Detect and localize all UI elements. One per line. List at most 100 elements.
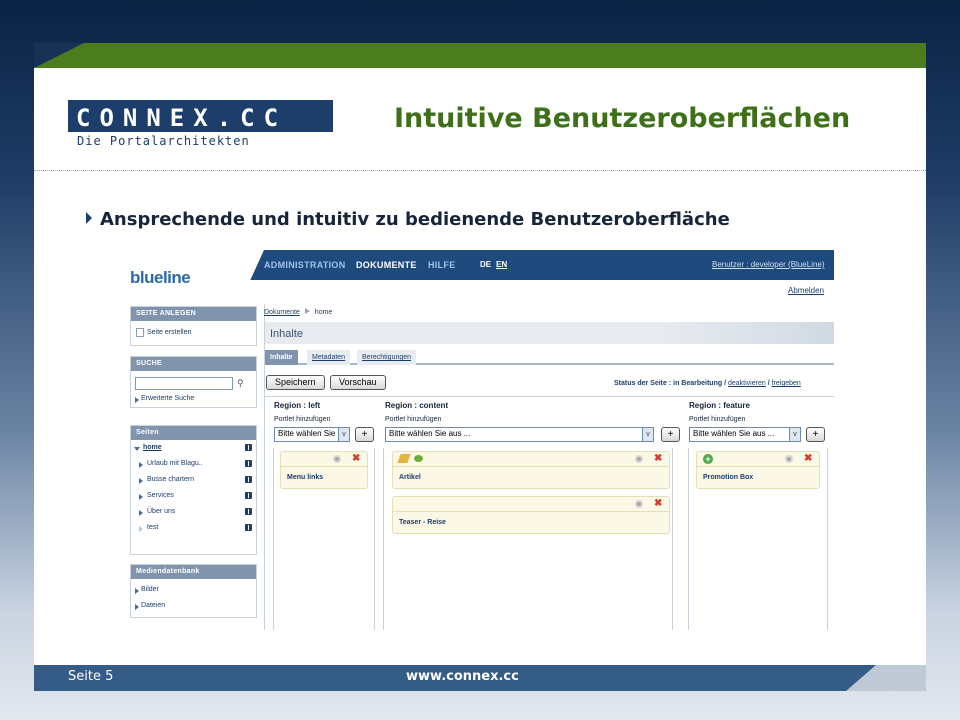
add-icon[interactable]: [245, 444, 252, 451]
lang-de[interactable]: DE: [480, 260, 491, 269]
portlet-title: Teaser - Reise: [399, 519, 446, 526]
region-feature-select[interactable]: Bitte wählen Sie aus ... v: [689, 427, 801, 442]
medien-item[interactable]: Dateien: [131, 598, 256, 614]
nav-hilfe[interactable]: HILFE: [428, 260, 456, 270]
top-bar-wedge: [34, 43, 84, 68]
tree-label: Services: [147, 492, 174, 499]
chevron-down-icon: v: [789, 428, 800, 441]
chevron-down-icon: v: [642, 428, 653, 441]
add-icon[interactable]: +: [703, 454, 713, 464]
app-logo-wedge: [244, 250, 264, 294]
gear-icon[interactable]: [635, 455, 643, 463]
gear-icon[interactable]: [785, 455, 793, 463]
breadcrumb: Dokumente home: [264, 308, 332, 316]
region-content-select[interactable]: Bitte wählen Sie aus ... v: [385, 427, 654, 442]
bullet-arrow-icon: [86, 212, 92, 224]
footer-wedge-fill: [876, 665, 926, 691]
region-feature-add-button[interactable]: +: [806, 427, 825, 442]
tab-metadaten[interactable]: Metadaten: [307, 350, 351, 365]
box-header: SEITE ANLEGEN: [131, 307, 256, 321]
portlet-toolbar: [393, 452, 669, 467]
document-icon: [136, 328, 144, 337]
tree-item[interactable]: Über uns: [131, 504, 256, 520]
portlet-menu-links[interactable]: ✖ Menu links: [280, 451, 368, 489]
deactivate-link[interactable]: deaktivieren: [728, 380, 766, 387]
logo-box: CONNEX.CC: [68, 100, 333, 132]
arrow-icon: [139, 526, 143, 532]
arrow-icon: [135, 604, 139, 610]
tab-bar: Inhalte Metadaten Berechtigungen: [265, 350, 834, 365]
page-title: Inhalte: [270, 328, 304, 340]
add-icon[interactable]: [245, 508, 252, 515]
blueline-logo: blueline: [130, 268, 191, 287]
add-icon[interactable]: [245, 524, 252, 531]
nav-administration[interactable]: ADMINISTRATION: [264, 260, 346, 270]
add-icon[interactable]: [245, 476, 252, 483]
region-content-column: ✖ Artikel ✖ Teaser - Reise: [383, 448, 673, 630]
bullet-text: Ansprechende und intuitiv zu bedienende …: [100, 209, 730, 230]
portlet-artikel[interactable]: ✖ Artikel: [392, 451, 670, 489]
medien-label: Dateien: [141, 602, 166, 609]
search-input[interactable]: [135, 377, 233, 390]
lang-en[interactable]: EN: [496, 260, 507, 269]
region-feature-title: Region : feature: [689, 401, 750, 410]
portlet-teaser-reise[interactable]: ✖ Teaser - Reise: [392, 496, 670, 534]
arrow-icon: [135, 588, 139, 594]
footer-wedge: [846, 665, 876, 691]
region-content-title: Region : content: [385, 401, 449, 410]
logo-text: CONNEX.CC: [76, 104, 288, 132]
gear-icon[interactable]: [635, 500, 643, 508]
region-left-title: Region : left: [274, 401, 321, 410]
preview-button[interactable]: Vorschau: [330, 375, 386, 390]
box-header: Mediendatenbank: [131, 565, 256, 579]
box-seiten: Seiten home Urlaub mit Blagu.. Busse cha…: [130, 425, 257, 555]
tree-label: home: [143, 444, 162, 451]
tree-item[interactable]: Urlaub mit Blagu..: [131, 456, 256, 472]
region-content-add-button[interactable]: +: [661, 427, 680, 442]
logout-link[interactable]: Abmelden: [788, 286, 824, 295]
search-icon[interactable]: ⚲: [237, 378, 244, 389]
tree-item[interactable]: Busse chartern: [131, 472, 256, 488]
box-suche: SUCHE ⚲ Erweiterte Suche: [130, 356, 257, 408]
top-green-bar: [34, 43, 926, 68]
breadcrumb-separator-icon: [304, 308, 310, 314]
expand-icon: [134, 447, 140, 451]
nav-dokumente[interactable]: DOKUMENTE: [356, 260, 417, 270]
breadcrumb-root[interactable]: Dokumente: [264, 309, 300, 316]
user-link[interactable]: Benutzer : developer (BlueLine): [712, 260, 825, 269]
region-feature-sub: Portlet hinzufügen: [689, 416, 746, 423]
tree-item[interactable]: Services: [131, 488, 256, 504]
page-status: Status der Seite : in Bearbeitung / deak…: [614, 380, 801, 387]
tab-berechtigungen[interactable]: Berechtigungen: [357, 350, 417, 365]
arrow-icon: [139, 478, 143, 484]
close-icon[interactable]: ✖: [352, 453, 360, 465]
app-screenshot: blueline ADMINISTRATION DOKUMENTE HILFE …: [124, 250, 834, 630]
erweiterte-suche-link[interactable]: Erweiterte Suche: [131, 391, 256, 407]
add-icon[interactable]: [245, 492, 252, 499]
footer-url[interactable]: www.connex.cc: [406, 669, 519, 684]
save-button[interactable]: Speichern: [266, 375, 325, 390]
region-left-add-button[interactable]: +: [355, 427, 374, 442]
region-left-select[interactable]: Bitte wählen Sie aus ...v: [274, 427, 350, 442]
tree-item-home[interactable]: home: [131, 440, 256, 456]
tree-label: test: [147, 524, 159, 531]
tree-label: Urlaub mit Blagu..: [147, 460, 203, 467]
seite-erstellen-label: Seite erstellen: [147, 329, 192, 336]
medien-item[interactable]: Bilder: [131, 582, 256, 598]
arrow-icon: [139, 462, 143, 468]
close-icon[interactable]: ✖: [804, 453, 812, 465]
arrow-icon: [139, 510, 143, 516]
box-seite-anlegen: SEITE ANLEGEN Seite erstellen: [130, 306, 257, 346]
tree-item[interactable]: test: [131, 520, 256, 536]
seite-erstellen-item[interactable]: Seite erstellen: [131, 325, 256, 341]
publish-link[interactable]: freigeben: [772, 380, 801, 387]
leaf-icon[interactable]: [414, 455, 423, 462]
close-icon[interactable]: ✖: [654, 498, 662, 510]
add-icon[interactable]: [245, 460, 252, 467]
tab-inhalte[interactable]: Inhalte: [265, 350, 298, 365]
close-icon[interactable]: ✖: [654, 453, 662, 465]
gear-icon[interactable]: [333, 455, 341, 463]
portlet-promotion-box[interactable]: + ✖ Promotion Box: [696, 451, 820, 489]
medien-label: Bilder: [141, 586, 159, 593]
region-left-column: ✖ Menu links: [273, 448, 375, 630]
